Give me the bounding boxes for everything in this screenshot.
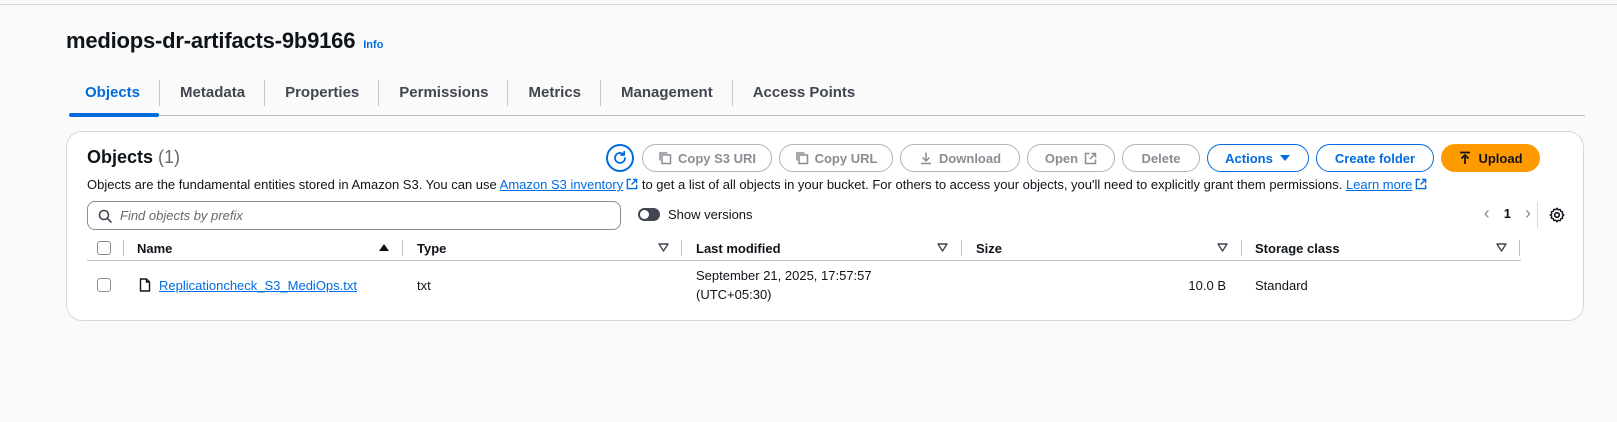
- tab-metadata[interactable]: Metadata: [160, 78, 264, 115]
- description-text: Objects are the fundamental entities sto…: [87, 177, 500, 192]
- column-header-name[interactable]: Name: [137, 236, 172, 260]
- preferences-button[interactable]: [1549, 207, 1565, 228]
- external-link-icon: [1084, 152, 1097, 164]
- pagination: ‹ 1 ›: [1484, 203, 1531, 224]
- sort-icon[interactable]: [1496, 243, 1507, 252]
- bucket-tabs: Objects Metadata Properties Permissions …: [69, 78, 1585, 117]
- select-all-checkbox[interactable]: [97, 241, 111, 255]
- name-cell: Replicationcheck_S3_MediOps.txt: [139, 263, 357, 307]
- tab-properties[interactable]: Properties: [265, 78, 378, 115]
- last-modified-date: September 21, 2025, 17:57:57: [696, 268, 872, 283]
- file-icon: [139, 278, 151, 292]
- column-header-last-modified[interactable]: Last modified: [696, 236, 781, 260]
- column-header-storage-class[interactable]: Storage class: [1255, 236, 1340, 260]
- object-name-link[interactable]: Replicationcheck_S3_MediOps.txt: [159, 278, 357, 293]
- previous-page-icon[interactable]: ‹: [1484, 203, 1490, 224]
- download-button[interactable]: Download: [900, 144, 1020, 172]
- actions-dropdown[interactable]: Actions: [1207, 144, 1309, 172]
- select-all-cell: [97, 236, 111, 260]
- objects-title: Objects: [87, 147, 154, 167]
- row-checkbox[interactable]: [97, 278, 111, 292]
- objects-panel: Objects (1) Copy S3 URI Copy URL Downloa…: [66, 131, 1584, 321]
- row-select-cell: [97, 263, 111, 307]
- tab-management[interactable]: Management: [601, 78, 732, 115]
- tab-access-points[interactable]: Access Points: [733, 78, 875, 115]
- sort-ascending-icon[interactable]: [379, 244, 389, 251]
- objects-description: Objects are the fundamental entities sto…: [87, 177, 1427, 192]
- storage-class-cell: Standard: [1255, 277, 1308, 293]
- download-label: Download: [938, 150, 1002, 166]
- column-header-size[interactable]: Size: [976, 236, 1002, 260]
- download-icon: [920, 152, 931, 165]
- sort-icon[interactable]: [937, 243, 948, 252]
- search-input[interactable]: [120, 208, 600, 223]
- caret-down-icon: [1279, 155, 1290, 161]
- upload-button[interactable]: Upload: [1441, 144, 1540, 172]
- column-divider: [123, 240, 124, 256]
- learn-more-link[interactable]: Learn more: [1346, 177, 1427, 192]
- external-link-icon: [1416, 178, 1427, 190]
- create-folder-button[interactable]: Create folder: [1316, 144, 1434, 172]
- inventory-link-label: Amazon S3 inventory: [499, 177, 624, 192]
- copy-s3-uri-label: Copy S3 URI: [677, 150, 756, 166]
- learn-more-label: Learn more: [1345, 177, 1413, 192]
- copy-url-button[interactable]: Copy URL: [779, 144, 893, 172]
- description-text-middle: to get a list of all objects in your buc…: [638, 177, 1346, 192]
- copy-s3-uri-button[interactable]: Copy S3 URI: [642, 144, 772, 172]
- show-versions: Show versions: [638, 207, 753, 222]
- column-divider: [1241, 240, 1242, 256]
- column-divider: [1519, 240, 1520, 256]
- refresh-button[interactable]: [606, 144, 634, 172]
- column-divider: [961, 240, 962, 256]
- bucket-header: mediops-dr-artifacts-9b9166 Info: [66, 28, 383, 54]
- gear-icon: [1549, 207, 1565, 223]
- objects-heading: Objects (1): [87, 147, 180, 168]
- copy-icon: [659, 152, 672, 165]
- info-link[interactable]: Info: [363, 39, 383, 51]
- open-button[interactable]: Open: [1027, 144, 1115, 172]
- type-cell: txt: [417, 277, 431, 293]
- upload-icon: [1460, 151, 1471, 164]
- show-versions-toggle[interactable]: [638, 208, 660, 221]
- open-label: Open: [1044, 150, 1079, 166]
- inventory-link[interactable]: Amazon S3 inventory: [500, 177, 639, 192]
- top-divider: [0, 4, 1617, 5]
- objects-count: (1): [158, 147, 181, 167]
- actions-label: Actions: [1225, 150, 1273, 166]
- last-modified-timezone: (UTC+05:30): [696, 287, 772, 302]
- column-divider: [681, 240, 682, 256]
- upload-label: Upload: [1478, 150, 1523, 166]
- external-link-icon: [626, 178, 638, 190]
- sort-icon[interactable]: [1217, 243, 1228, 252]
- delete-label: Delete: [1141, 150, 1181, 166]
- table-row: Replicationcheck_S3_MediOps.txt txt Sept…: [87, 263, 1521, 307]
- sort-icon[interactable]: [658, 243, 669, 252]
- table-header: Name Type Last modified Size Storage cla…: [87, 236, 1521, 261]
- current-page[interactable]: 1: [1504, 206, 1511, 221]
- pagination-divider: [1537, 202, 1538, 228]
- refresh-icon: [614, 150, 626, 164]
- last-modified-cell: September 21, 2025, 17:57:57 (UTC+05:30): [696, 263, 872, 307]
- copy-icon: [795, 152, 808, 165]
- column-divider: [402, 240, 403, 256]
- search-box: [87, 201, 621, 230]
- create-folder-label: Create folder: [1334, 150, 1416, 166]
- column-header-type[interactable]: Type: [417, 236, 446, 260]
- show-versions-label: Show versions: [668, 207, 753, 222]
- tab-permissions[interactable]: Permissions: [379, 78, 507, 115]
- tab-objects[interactable]: Objects: [69, 78, 160, 117]
- size-cell: 10.0 B: [1188, 277, 1226, 293]
- page-title: mediops-dr-artifacts-9b9166: [66, 28, 356, 53]
- copy-url-label: Copy URL: [814, 150, 878, 166]
- search-icon: [98, 209, 112, 223]
- tab-metrics[interactable]: Metrics: [508, 78, 600, 115]
- delete-button[interactable]: Delete: [1122, 144, 1200, 172]
- next-page-icon[interactable]: ›: [1525, 203, 1531, 224]
